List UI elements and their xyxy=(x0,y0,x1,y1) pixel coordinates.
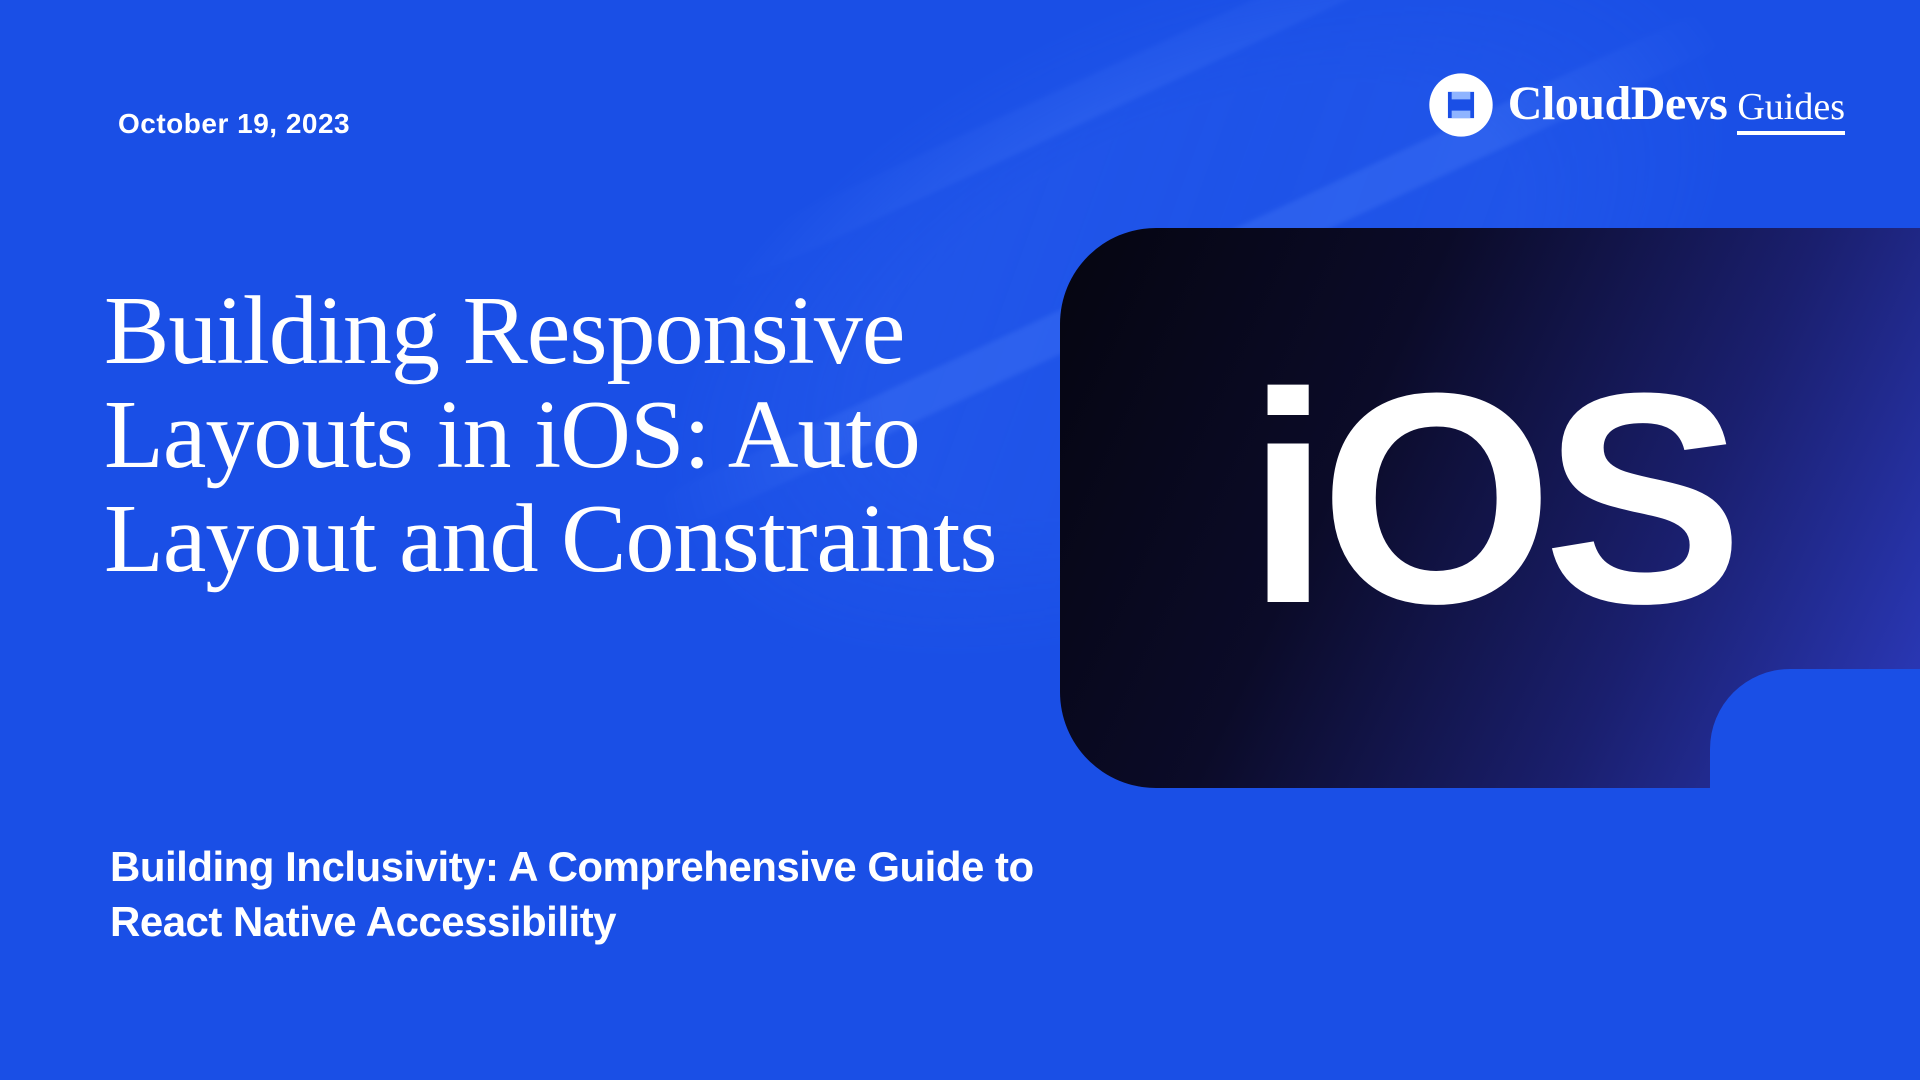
brand-text: CloudDevs Guides xyxy=(1508,76,1845,135)
ios-platform-badge: iOS xyxy=(1060,228,1920,788)
brand-section: Guides xyxy=(1737,85,1845,135)
publication-date: October 19, 2023 xyxy=(118,108,350,140)
clouddevs-logo-icon xyxy=(1428,72,1494,138)
brand-badge: CloudDevs Guides xyxy=(1428,72,1845,138)
page-subtitle: Building Inclusivity: A Comprehensive Gu… xyxy=(110,840,1090,949)
page-title: Building Responsive Layouts in iOS: Auto… xyxy=(104,280,1024,592)
brand-name: CloudDevs xyxy=(1508,76,1728,131)
ios-badge-text: iOS xyxy=(1247,325,1734,671)
